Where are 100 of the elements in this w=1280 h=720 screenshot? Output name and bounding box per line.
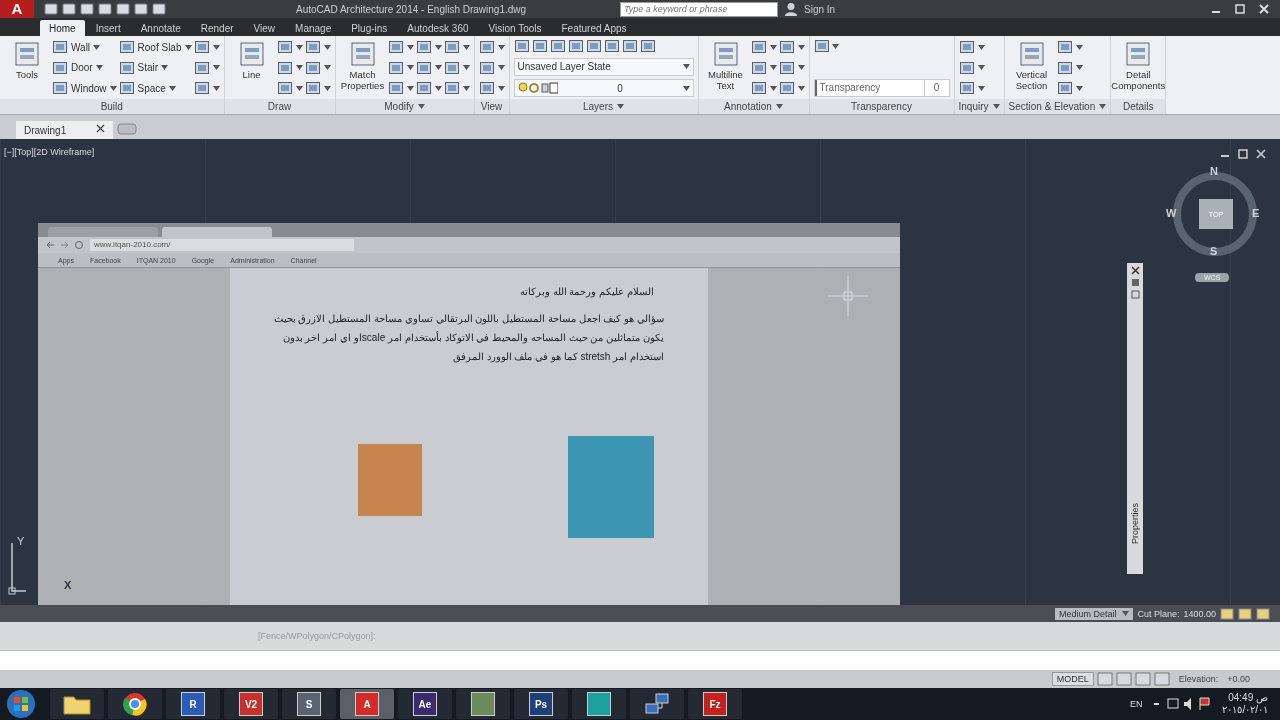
toolbar-icon[interactable] [116,3,130,15]
tool-icon[interactable] [478,39,495,55]
ribbon-button[interactable]: Stair [118,58,192,77]
caret-icon[interactable] [93,44,101,50]
tool-icon[interactable] [304,39,321,55]
ribbon-button[interactable]: Roof Slab [118,38,192,56]
taskbar-item[interactable]: Ps [514,689,568,719]
taskbar-item[interactable]: Fz [688,689,742,719]
tool-icon[interactable] [1056,80,1073,96]
ribbon-tab[interactable]: Render [191,20,243,36]
ribbon-button[interactable] [478,79,505,97]
tool-icon[interactable] [304,80,321,96]
ribbon-button[interactable] [750,38,777,56]
panel-title[interactable]: Transparency [809,99,954,114]
tool-icon[interactable] [778,59,795,76]
caret-icon[interactable] [184,44,192,50]
caret-icon[interactable] [212,85,220,91]
ribbon-button[interactable] [276,79,303,97]
ribbon-tab[interactable]: Vision Tools [479,20,551,36]
ribbon-button[interactable] [415,79,442,97]
ribbon-button[interactable] [750,79,777,97]
ribbon-tab[interactable]: Home [40,20,85,36]
caret-icon[interactable] [977,44,985,50]
tool-icon[interactable] [276,59,293,76]
toolbar-icon[interactable] [62,3,76,15]
caret-icon[interactable] [977,85,985,91]
model-button[interactable]: MODEL [1051,672,1094,686]
close-icon[interactable] [1130,266,1140,275]
caret-icon[interactable] [434,65,442,70]
tool-icon[interactable] [958,39,975,55]
status-icon[interactable] [1256,607,1270,620]
ribbon-button[interactable] [478,38,505,56]
caret-icon[interactable] [406,65,414,70]
caret-icon[interactable] [323,44,331,50]
caret-icon[interactable] [109,85,117,91]
caret-icon[interactable] [1075,65,1083,70]
caret-icon[interactable] [406,85,414,91]
caret-icon[interactable] [462,65,470,70]
caret-icon[interactable] [797,65,805,70]
layer-dropdown[interactable]: 0 [513,79,694,97]
caret-icon[interactable] [406,44,414,50]
caret-icon[interactable] [497,85,505,91]
ribbon-button[interactable]: Door [52,58,117,77]
panel-title[interactable]: Draw [224,99,335,114]
tool-icon[interactable] [193,80,210,96]
tool-icon[interactable] [52,39,68,55]
tool-icon[interactable] [478,80,495,96]
status-icon[interactable] [1220,607,1234,620]
ribbon-button[interactable] [304,79,331,97]
caret-icon[interactable] [682,64,690,69]
close-icon[interactable] [96,123,106,133]
tool-icon[interactable] [1056,59,1073,76]
caret-icon[interactable] [434,44,442,50]
toolbar-icon[interactable] [134,3,148,15]
caret-icon[interactable] [497,65,505,70]
tool-icon[interactable] [639,38,656,54]
caret-icon[interactable] [295,44,303,50]
ribbon-tab[interactable]: Annotate [131,20,190,36]
caret-icon[interactable] [212,65,220,70]
tool-icon[interactable] [585,38,602,54]
ribbon-tab[interactable]: View [244,20,285,36]
ribbon-button[interactable] [443,38,470,56]
taskbar-item[interactable]: R [166,689,220,719]
tool-icon[interactable] [118,80,135,96]
caret-icon[interactable] [295,65,303,70]
search-field[interactable]: Type a keyword or phrase [620,1,778,17]
panel-title[interactable]: Details [1111,99,1166,114]
tool-icon[interactable] [750,39,767,55]
command-input[interactable] [0,650,1280,670]
taskbar-item[interactable] [50,689,104,719]
ribbon-button[interactable] [443,79,470,97]
tool-icon[interactable] [387,39,404,55]
clock-time[interactable]: 04:49 ص [1228,692,1268,704]
caret-icon[interactable] [992,104,1000,109]
panel-title[interactable]: Modify [335,99,474,114]
ribbon-button[interactable] [276,38,303,56]
caret-icon[interactable] [1099,104,1107,109]
ribbon-tab[interactable]: Plug-ins [342,20,397,36]
tool-icon[interactable] [415,80,432,96]
caret-icon[interactable] [323,85,331,91]
ribbon-button[interactable] [304,38,331,56]
tray-icons[interactable] [1152,696,1213,712]
tool-icon[interactable] [52,80,68,96]
caret-icon[interactable] [417,104,425,109]
taskbar-item[interactable] [456,689,510,719]
tool-icon[interactable] [193,59,210,76]
tool-icon[interactable] [415,59,432,76]
caret-icon[interactable] [323,65,331,70]
navigation-icon[interactable] [44,240,84,250]
document-tab[interactable]: Drawing1 [16,121,114,139]
ribbon-button[interactable] [193,79,220,97]
ribbon-tab[interactable]: Insert [86,20,130,36]
taskbar-item[interactable]: Ae [398,689,452,719]
ribbon-button[interactable]: Space [118,79,192,97]
toolbar-icon[interactable] [98,3,112,15]
taskbar-item[interactable] [572,689,626,719]
ribbon-button[interactable] [1056,38,1083,56]
toolbar-icon[interactable] [80,3,94,15]
ribbon-button[interactable] [193,38,220,56]
caret-icon[interactable] [295,85,303,91]
